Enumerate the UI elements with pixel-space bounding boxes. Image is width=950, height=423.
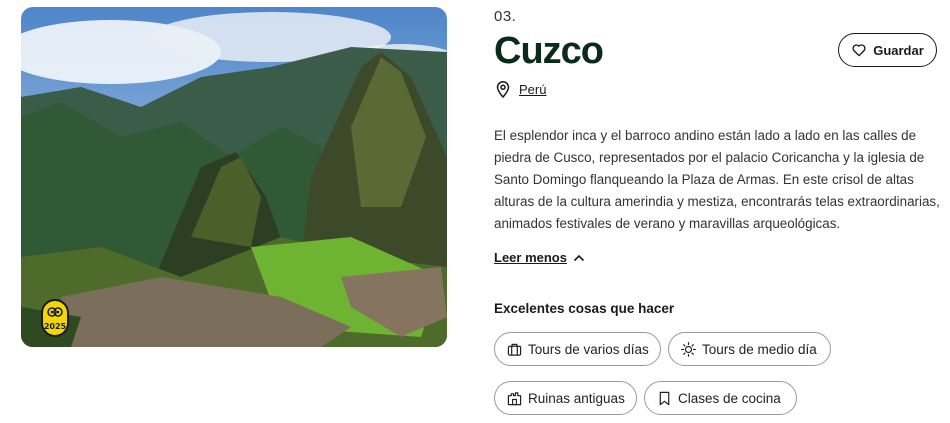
chip-cooking-classes[interactable]: Clases de cocina: [644, 381, 797, 415]
destination-description: El esplendor inca y el barroco andino es…: [494, 128, 940, 231]
award-year: 2025: [43, 322, 67, 331]
chip-ancient-ruins[interactable]: Ruinas antiguas: [494, 381, 637, 415]
chip-label: Tours de medio día: [702, 341, 817, 357]
chip-multi-day-tours[interactable]: Tours de varios días: [494, 332, 661, 366]
chevron-up-icon: [573, 254, 585, 261]
chip-label: Tours de varios días: [528, 341, 649, 357]
read-less-label: Leer menos: [494, 250, 567, 265]
destination-details: 03. Cuzco Guardar Perú El esplendor inca…: [494, 0, 940, 423]
bookmark-icon: [659, 391, 670, 405]
save-button[interactable]: Guardar: [838, 33, 937, 67]
country-link[interactable]: Perú: [519, 82, 546, 97]
destination-title: Cuzco: [494, 30, 604, 72]
destination-photo[interactable]: 2025: [21, 7, 447, 347]
ruins-icon: [507, 391, 522, 405]
chip-half-day-tours[interactable]: Tours de medio día: [668, 332, 831, 366]
heart-icon: [852, 44, 866, 57]
things-to-do-title: Excelentes cosas que hacer: [494, 301, 675, 316]
travelers-choice-award-badge: 2025: [41, 299, 69, 337]
location: Perú: [496, 81, 546, 98]
read-less-button[interactable]: Leer menos: [494, 250, 585, 265]
save-button-label: Guardar: [873, 42, 924, 58]
owl-icon: [47, 307, 63, 317]
machu-picchu-image: [21, 7, 447, 347]
briefcase-icon: [507, 343, 522, 356]
chip-label: Ruinas antiguas: [528, 390, 625, 406]
map-pin-icon: [496, 81, 510, 98]
sun-icon: [681, 341, 696, 357]
destination-index: 03.: [494, 8, 517, 25]
chip-label: Clases de cocina: [678, 390, 781, 406]
